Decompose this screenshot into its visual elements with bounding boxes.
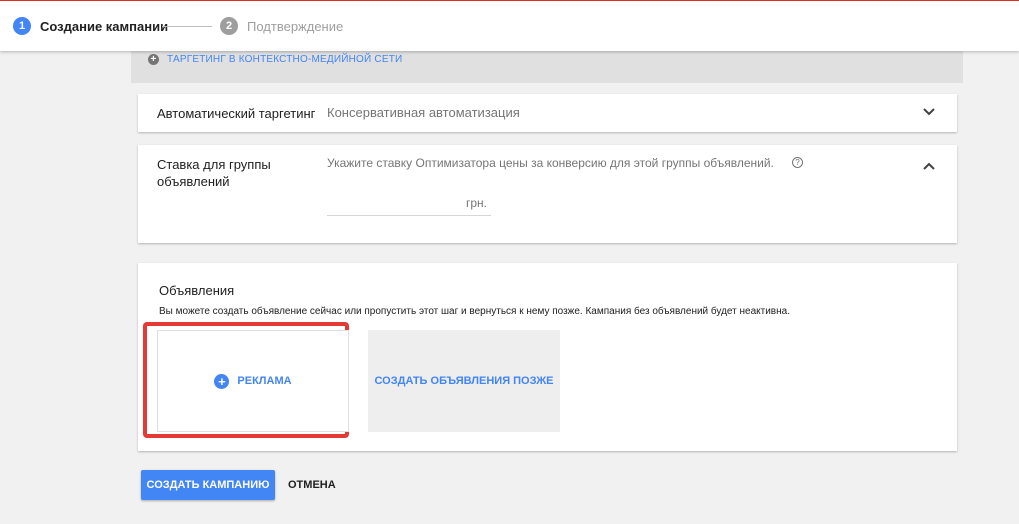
step-number-badge: 1 <box>13 17 31 35</box>
plus-circle-icon: + <box>148 54 159 65</box>
bid-panel: Ставка для группы объявлений Укажите ста… <box>138 145 957 243</box>
step-label: Создание кампании <box>40 18 169 34</box>
new-ad-button[interactable]: + РЕКЛАМА <box>157 330 349 432</box>
stepper-header: 1 Создание кампании 2 Подтверждение <box>0 0 1019 51</box>
display-network-targeting-link[interactable]: + ТАРГЕТИНГ В КОНТЕКСТНО-МЕДИЙНОЙ СЕТИ <box>148 54 402 65</box>
create-ads-later-button[interactable]: СОЗДАТЬ ОБЪЯВЛЕНИЯ ПОЗЖЕ <box>368 330 560 432</box>
step-confirmation[interactable]: 2 Подтверждение <box>220 17 343 35</box>
ads-title: Объявления <box>159 283 235 298</box>
bid-label-line2: объявлений <box>157 174 230 189</box>
chevron-up-icon[interactable] <box>923 162 935 170</box>
chevron-down-icon[interactable] <box>923 108 935 116</box>
step-label: Подтверждение <box>247 18 344 34</box>
cancel-button[interactable]: ОТМЕНА <box>288 479 336 491</box>
step-connector <box>162 26 212 27</box>
new-ad-label: РЕКЛАМА <box>237 375 292 387</box>
create-ads-later-label: СОЗДАТЬ ОБЪЯВЛЕНИЯ ПОЗЖЕ <box>374 375 554 387</box>
auto-targeting-value: Консервативная автоматизация <box>327 105 520 120</box>
step-campaign-creation[interactable]: 1 Создание кампании <box>13 17 168 35</box>
plus-circle-icon: + <box>214 373 230 389</box>
bid-label-line1: Ставка для группы <box>157 157 271 172</box>
targeting-section: + ТАРГЕТИНГ В КОНТЕКСТНО-МЕДИЙНОЙ СЕТИ <box>131 51 963 83</box>
bid-input[interactable] <box>327 215 491 216</box>
help-circle-icon[interactable]: ? <box>792 157 803 168</box>
auto-targeting-panel[interactable]: Автоматический таргетинг Консервативная … <box>138 94 957 132</box>
step-number-badge: 2 <box>220 17 238 35</box>
bid-hint: Укажите ставку Оптимизатора цены за конв… <box>327 156 774 170</box>
bid-currency-unit: грн. <box>466 196 488 210</box>
ads-description: Вы можете создать объявление сейчас или … <box>159 306 790 317</box>
targeting-link-label: ТАРГЕТИНГ В КОНТЕКСТНО-МЕДИЙНОЙ СЕТИ <box>167 54 403 65</box>
create-campaign-button[interactable]: СОЗДАТЬ КАМПАНИЮ <box>141 470 275 500</box>
auto-targeting-label: Автоматический таргетинг <box>157 106 316 121</box>
ads-panel: Объявления Вы можете создать объявление … <box>138 263 957 451</box>
